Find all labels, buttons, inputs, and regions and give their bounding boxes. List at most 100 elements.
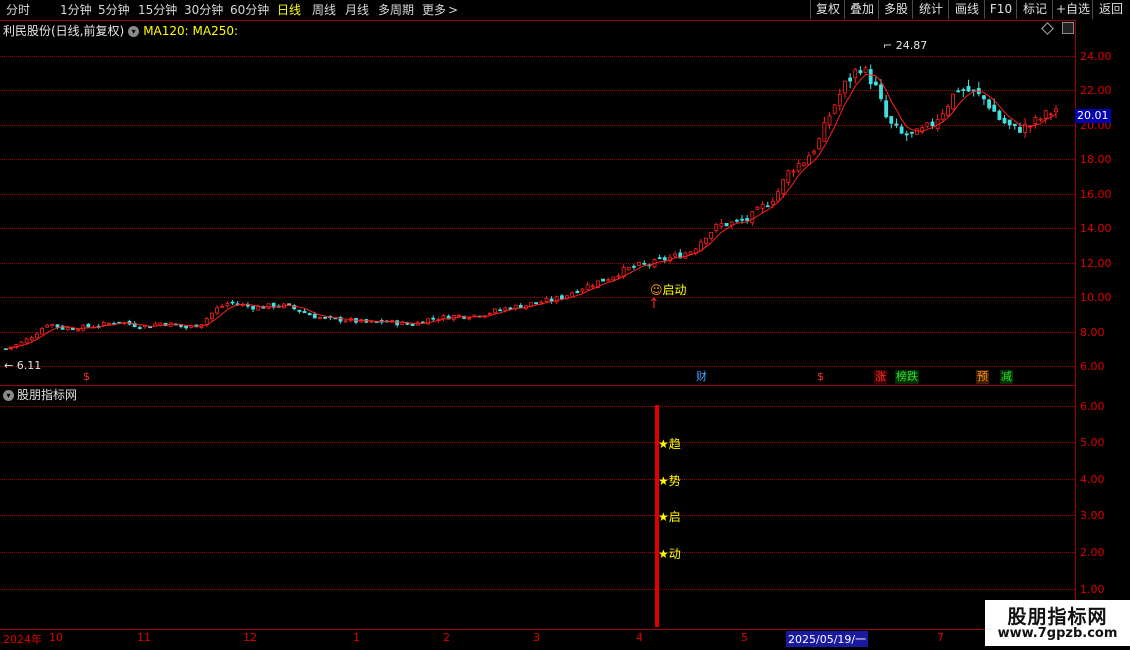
period-weekly[interactable]: 周线: [312, 1, 336, 18]
event-badge[interactable]: $: [82, 370, 91, 384]
price-axis-label: 24.00: [1080, 50, 1112, 63]
candle-body: [1012, 123, 1017, 127]
candle-body: [137, 327, 142, 329]
candle-body: [915, 128, 919, 135]
candle-body: [698, 241, 703, 251]
candle-body: [487, 312, 492, 316]
candle-body: [946, 106, 950, 116]
up-arrow-icon: ↑: [648, 296, 660, 312]
period-60min[interactable]: 60分钟: [230, 1, 269, 18]
chevron-down-icon[interactable]: ▾: [3, 390, 14, 401]
candle-body: [992, 104, 997, 112]
candle-body: [760, 203, 765, 209]
date-label: 11: [137, 631, 151, 644]
candle-body: [76, 329, 80, 332]
price-axis-label: 16.00: [1080, 188, 1112, 201]
duogu-button[interactable]: 多股: [878, 0, 913, 19]
candle-body: [50, 323, 55, 326]
period-5min[interactable]: 5分钟: [98, 1, 130, 18]
candle-body: [879, 84, 883, 99]
candle-body: [724, 223, 729, 227]
candle-body: [843, 80, 847, 94]
candle-body: [873, 81, 878, 86]
add-watchlist-button[interactable]: +自选: [1052, 0, 1093, 19]
candle-body: [40, 328, 44, 335]
indicator-header: ▾ 股朋指标网: [3, 386, 77, 403]
period-15min[interactable]: 15分钟: [138, 1, 177, 18]
candle-body: [858, 70, 863, 74]
candle-body: [822, 121, 827, 142]
grid-line: [0, 479, 1075, 480]
candle-body: [832, 104, 837, 114]
price-axis-label: 10.00: [1080, 291, 1112, 304]
candle-body: [302, 310, 307, 314]
candle-body: [1048, 113, 1053, 116]
candle-body: [930, 121, 935, 127]
candle-body: [971, 89, 976, 92]
badge-text: 榜跌: [896, 370, 918, 383]
candle-body: [940, 113, 945, 120]
candle-body: [71, 327, 75, 331]
candle-body: [899, 126, 904, 134]
price-axis-label: 22.00: [1080, 84, 1112, 97]
fuquan-button[interactable]: 复权: [810, 0, 845, 19]
candle-body: [539, 301, 544, 304]
period-1min[interactable]: 1分钟: [60, 1, 92, 18]
chevron-right-icon: >: [448, 3, 459, 17]
tongji-button[interactable]: 统计: [912, 0, 949, 19]
candle-body: [65, 327, 70, 330]
watermark-url: www.7gpzb.com: [997, 626, 1118, 641]
date-label: 10: [49, 631, 63, 644]
low-price-value: 6.11: [16, 359, 42, 372]
f10-button[interactable]: F10: [984, 0, 1017, 19]
current-price-tag: 20.01: [1075, 109, 1111, 123]
candle-body: [307, 313, 312, 316]
event-badge[interactable]: 涨: [874, 370, 887, 384]
grid-line: [0, 406, 1075, 407]
period-daily[interactable]: 日线: [277, 1, 301, 18]
candle-body: [868, 69, 873, 85]
diejia-button[interactable]: 叠加: [844, 0, 879, 19]
smile-icon: ☺: [650, 283, 663, 297]
watermark: 股朋指标网 www.7gpzb.com: [985, 600, 1130, 646]
indicator-axis-label: 1.00: [1080, 583, 1105, 596]
date-label: 2024年: [3, 633, 42, 646]
candle-body: [637, 262, 641, 266]
candlestick-chart[interactable]: [0, 20, 1075, 385]
candle-body: [580, 288, 585, 292]
period-fenshi[interactable]: 分时: [6, 1, 30, 18]
event-badge[interactable]: $: [816, 370, 825, 384]
indicator-axis-label: 5.00: [1080, 436, 1105, 449]
biaoji-button[interactable]: 标记: [1016, 0, 1053, 19]
candle-body: [606, 279, 611, 282]
candle-body: [781, 179, 786, 194]
candle-body: [158, 322, 163, 326]
candle-body: [467, 317, 472, 320]
candle-body: [616, 275, 621, 278]
period-30min[interactable]: 30分钟: [184, 1, 223, 18]
candle-body: [493, 308, 497, 314]
high-price-label: ⌐ 24.87: [883, 39, 928, 52]
event-badge[interactable]: 预: [976, 370, 989, 384]
candle-body: [889, 116, 894, 124]
event-badge[interactable]: 财: [695, 370, 708, 384]
candle-body: [101, 322, 106, 326]
candle-body: [503, 307, 508, 311]
indicator-axis-label: 4.00: [1080, 473, 1105, 486]
candle-body: [863, 67, 868, 73]
event-badge[interactable]: 榜跌: [895, 370, 919, 384]
event-badge[interactable]: 减: [1000, 370, 1013, 384]
date-label: 4: [636, 631, 643, 644]
signal-char: ★动: [658, 547, 681, 561]
huaxian-button[interactable]: 画线: [948, 0, 985, 19]
more-menu[interactable]: 更多 >: [422, 1, 458, 18]
back-button[interactable]: 返回: [1092, 0, 1129, 19]
candle-body: [956, 90, 961, 93]
period-monthly[interactable]: 月线: [345, 1, 369, 18]
grid-line: [0, 589, 1075, 590]
candle-body: [225, 303, 230, 307]
badge-text: $: [83, 370, 90, 383]
high-price-value: 24.87: [895, 39, 928, 52]
candle-body: [575, 290, 580, 293]
period-multi[interactable]: 多周期: [378, 1, 414, 18]
